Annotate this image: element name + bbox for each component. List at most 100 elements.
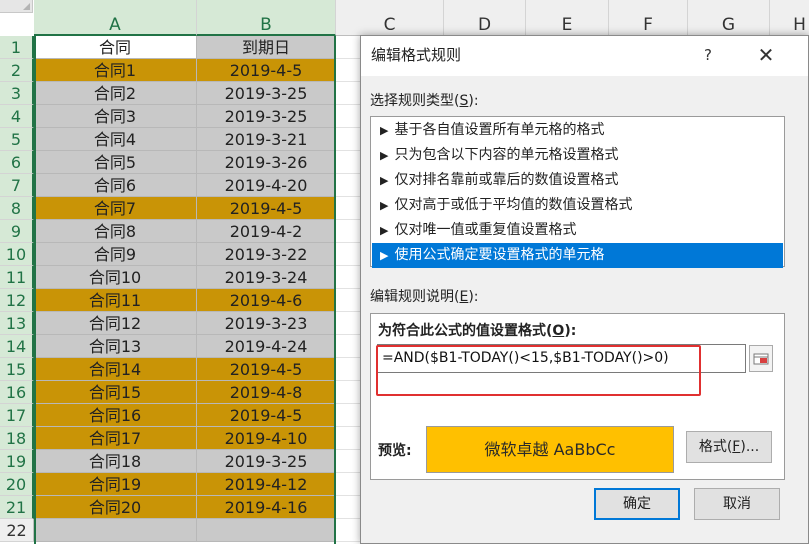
help-button[interactable]: ? bbox=[693, 40, 723, 70]
row-header-17[interactable]: 17 bbox=[0, 404, 34, 427]
row-header-15[interactable]: 15 bbox=[0, 358, 34, 381]
cell-b12[interactable]: 2019-4-6 bbox=[197, 289, 336, 312]
row-header-4[interactable]: 4 bbox=[0, 105, 34, 128]
cell-b9[interactable]: 2019-4-2 bbox=[197, 220, 336, 243]
dialog-titlebar[interactable]: 编辑格式规则 ? ✕ bbox=[361, 36, 808, 76]
rule-type-item[interactable]: ▶ 仅对高于或低于平均值的数值设置格式 bbox=[372, 193, 783, 218]
row-header-11[interactable]: 11 bbox=[0, 266, 34, 289]
select-rule-type-label-suffix: ): bbox=[468, 93, 479, 109]
column-header-c[interactable]: C bbox=[336, 0, 444, 36]
cell-a14[interactable]: 合同13 bbox=[34, 335, 197, 358]
cell-a16[interactable]: 合同15 bbox=[34, 381, 197, 404]
cell-a2[interactable]: 合同1 bbox=[34, 59, 197, 82]
formula-input[interactable]: =AND($B1-TODAY()<15,$B1-TODAY()>0) bbox=[377, 344, 746, 373]
range-picker-button[interactable] bbox=[749, 345, 773, 372]
cell-a5[interactable]: 合同4 bbox=[34, 128, 197, 151]
cell-a21[interactable]: 合同20 bbox=[34, 496, 197, 519]
cell-a15[interactable]: 合同14 bbox=[34, 358, 197, 381]
cell-b2[interactable]: 2019-4-5 bbox=[197, 59, 336, 82]
select-all-corner[interactable] bbox=[0, 0, 33, 13]
cell-a10[interactable]: 合同9 bbox=[34, 243, 197, 266]
cell-b21[interactable]: 2019-4-16 bbox=[197, 496, 336, 519]
cell-a20[interactable]: 合同19 bbox=[34, 473, 197, 496]
rule-type-item[interactable]: ▶ 仅对唯一值或重复值设置格式 bbox=[372, 218, 783, 243]
cell-b7[interactable]: 2019-4-20 bbox=[197, 174, 336, 197]
cell-b8[interactable]: 2019-4-5 bbox=[197, 197, 336, 220]
cell-b10[interactable]: 2019-3-22 bbox=[197, 243, 336, 266]
row-header-2[interactable]: 2 bbox=[0, 59, 34, 82]
cell-b16[interactable]: 2019-4-8 bbox=[197, 381, 336, 404]
column-header-a[interactable]: A bbox=[34, 0, 197, 36]
cell-b3[interactable]: 2019-3-25 bbox=[197, 82, 336, 105]
cell-a8[interactable]: 合同7 bbox=[34, 197, 197, 220]
row-header-18[interactable]: 18 bbox=[0, 427, 34, 450]
row-header-8[interactable]: 8 bbox=[0, 197, 34, 220]
row-header-7[interactable]: 7 bbox=[0, 174, 34, 197]
expand-arrow-icon: ▶ bbox=[380, 174, 389, 187]
close-button[interactable]: ✕ bbox=[749, 40, 783, 70]
format-button[interactable]: 格式(F)... bbox=[686, 431, 772, 463]
edit-rule-description-text: 编辑规则说明( bbox=[370, 289, 460, 305]
column-header-g[interactable]: G bbox=[688, 0, 770, 36]
cell-b15[interactable]: 2019-4-5 bbox=[197, 358, 336, 381]
edit-format-rule-dialog: 编辑格式规则 ? ✕ 选择规则类型(S): ▶ 基于各自值设置所有单元格的格式 ▶ 只… bbox=[360, 35, 809, 544]
cell-b11[interactable]: 2019-3-24 bbox=[197, 266, 336, 289]
cell-b20[interactable]: 2019-4-12 bbox=[197, 473, 336, 496]
range-picker-icon bbox=[753, 353, 769, 365]
row-header-22[interactable]: 22 bbox=[0, 519, 34, 542]
cell-a12[interactable]: 合同11 bbox=[34, 289, 197, 312]
cell-b1[interactable]: 到期日 bbox=[197, 36, 336, 59]
rule-type-item[interactable]: ▶ 只为包含以下内容的单元格设置格式 bbox=[372, 143, 783, 168]
row-header-16[interactable]: 16 bbox=[0, 381, 34, 404]
row-header-14[interactable]: 14 bbox=[0, 335, 34, 358]
ok-button[interactable]: 确定 bbox=[594, 488, 680, 520]
row-header-20[interactable]: 20 bbox=[0, 473, 34, 496]
rule-type-list[interactable]: ▶ 基于各自值设置所有单元格的格式 ▶ 只为包含以下内容的单元格设置格式 ▶ 仅对排名靠前… bbox=[370, 116, 785, 268]
column-header-f[interactable]: F bbox=[609, 0, 688, 36]
cell-b6[interactable]: 2019-3-26 bbox=[197, 151, 336, 174]
cell-b4[interactable]: 2019-3-25 bbox=[197, 105, 336, 128]
cell-b22[interactable] bbox=[197, 519, 336, 542]
cell-b18[interactable]: 2019-4-10 bbox=[197, 427, 336, 450]
cell-a17[interactable]: 合同16 bbox=[34, 404, 197, 427]
column-header-h[interactable]: H bbox=[770, 0, 809, 36]
row-header-6[interactable]: 6 bbox=[0, 151, 34, 174]
cell-a13[interactable]: 合同12 bbox=[34, 312, 197, 335]
cell-b14[interactable]: 2019-4-24 bbox=[197, 335, 336, 358]
cell-a19[interactable]: 合同18 bbox=[34, 450, 197, 473]
cell-b5[interactable]: 2019-3-21 bbox=[197, 128, 336, 151]
row-header-1[interactable]: 1 bbox=[0, 36, 34, 59]
row-header-12[interactable]: 12 bbox=[0, 289, 34, 312]
row-header-9[interactable]: 9 bbox=[0, 220, 34, 243]
cell-a1[interactable]: 合同 bbox=[34, 36, 197, 59]
rule-type-label: 基于各自值设置所有单元格的格式 bbox=[394, 122, 605, 138]
cell-a9[interactable]: 合同8 bbox=[34, 220, 197, 243]
format-button-text: 格式( bbox=[698, 439, 733, 455]
row-header-19[interactable]: 19 bbox=[0, 450, 34, 473]
select-rule-type-label: 选择规则类型(S): bbox=[370, 90, 479, 110]
cell-b19[interactable]: 2019-3-25 bbox=[197, 450, 336, 473]
cell-a18[interactable]: 合同17 bbox=[34, 427, 197, 450]
row-header-3[interactable]: 3 bbox=[0, 82, 34, 105]
rule-type-item[interactable]: ▶ 使用公式确定要设置格式的单元格 bbox=[372, 243, 783, 268]
cell-b13[interactable]: 2019-3-23 bbox=[197, 312, 336, 335]
cell-b17[interactable]: 2019-4-5 bbox=[197, 404, 336, 427]
cell-a22[interactable] bbox=[34, 519, 197, 542]
column-header-e[interactable]: E bbox=[526, 0, 609, 36]
cell-a11[interactable]: 合同10 bbox=[34, 266, 197, 289]
column-header-d[interactable]: D bbox=[444, 0, 526, 36]
rule-type-item[interactable]: ▶ 基于各自值设置所有单元格的格式 bbox=[372, 118, 783, 143]
column-header-b[interactable]: B bbox=[197, 0, 336, 36]
preview-label: 预览: bbox=[378, 443, 412, 459]
cell-a6[interactable]: 合同5 bbox=[34, 151, 197, 174]
row-header-21[interactable]: 21 bbox=[0, 496, 34, 519]
rule-type-item[interactable]: ▶ 仅对排名靠前或靠后的数值设置格式 bbox=[372, 168, 783, 193]
rule-type-label: 仅对高于或低于平均值的数值设置格式 bbox=[394, 197, 633, 213]
row-header-10[interactable]: 10 bbox=[0, 243, 34, 266]
cell-a3[interactable]: 合同2 bbox=[34, 82, 197, 105]
row-header-5[interactable]: 5 bbox=[0, 128, 34, 151]
row-header-13[interactable]: 13 bbox=[0, 312, 34, 335]
cancel-button[interactable]: 取消 bbox=[694, 488, 780, 520]
cell-a4[interactable]: 合同3 bbox=[34, 105, 197, 128]
cell-a7[interactable]: 合同6 bbox=[34, 174, 197, 197]
